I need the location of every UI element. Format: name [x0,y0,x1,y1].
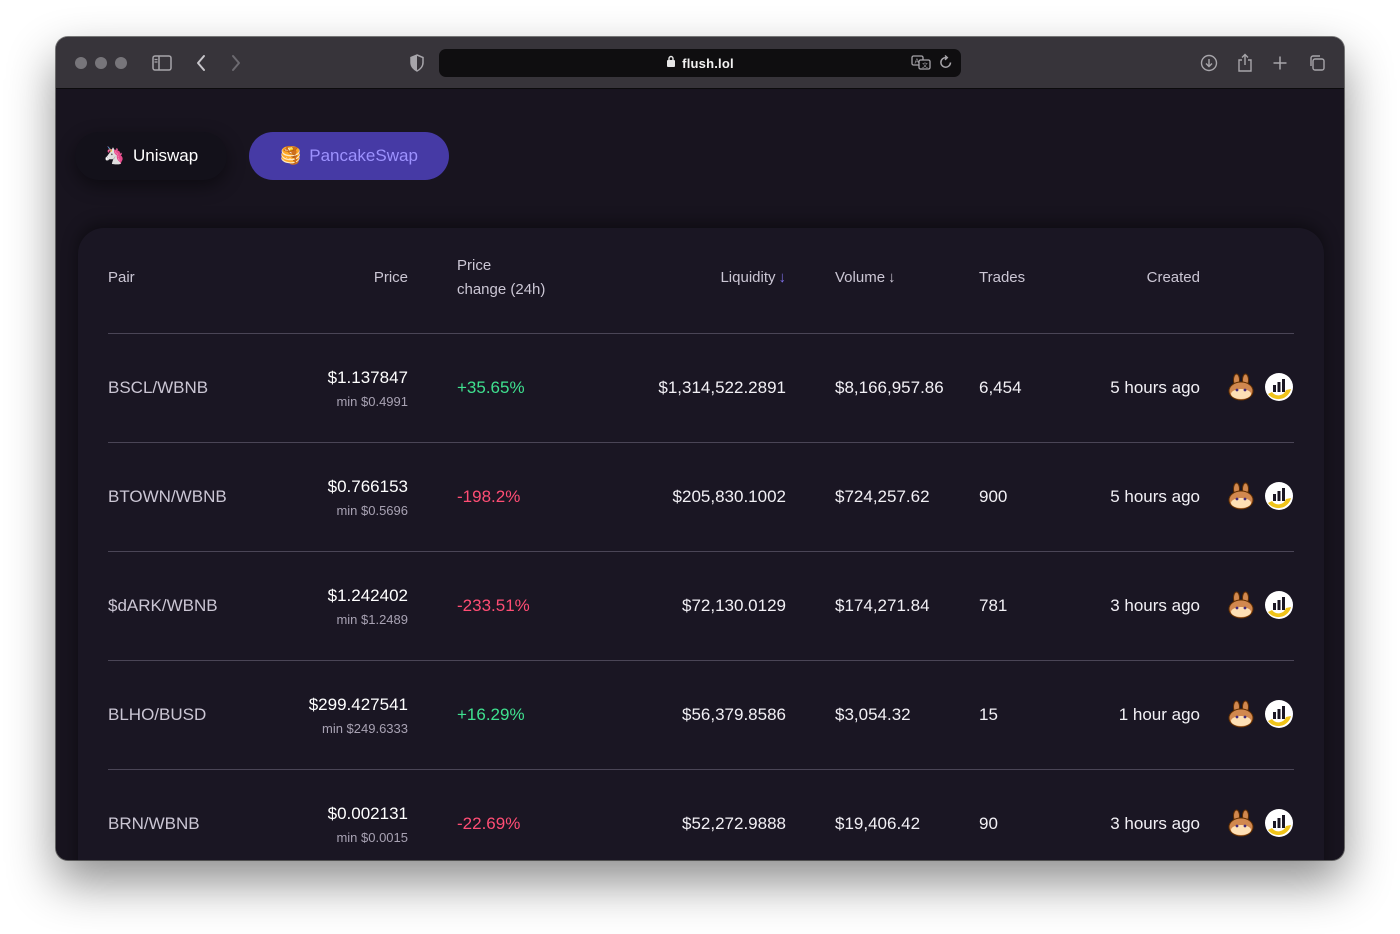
price-change: +16.29% [457,705,525,724]
liquidity-value: $52,272.9888 [682,814,786,833]
volume-value: $174,271.84 [835,596,930,615]
pancakeswap-link-icon[interactable] [1226,590,1256,622]
header-pair[interactable]: Pair [108,266,135,290]
lock-icon [666,54,676,72]
price-cell: $1.242402 min $1.2489 [258,552,408,660]
pair-name[interactable]: BLHO/BUSD [108,661,206,769]
tab-uniswap[interactable]: 🦄 Uniswap [75,132,227,180]
volume-value: $3,054.32 [835,705,911,724]
browser-toolbar: flush.lol A文 [56,37,1344,89]
trades-value: 900 [979,487,1008,506]
table-row[interactable]: BSCL/WBNB $1.137847 min $0.4991 +35.65% $1,3… [108,334,1294,443]
volume-value: $19,406.42 [835,814,921,833]
trades-value: 781 [979,596,1008,615]
pair-name[interactable]: BTOWN/WBNB [108,443,227,551]
volume-value: $724,257.62 [835,487,930,506]
translate-icon[interactable]: A文 [911,54,931,75]
price-cell: $1.137847 min $0.4991 [258,334,408,442]
price-change: -198.2% [457,487,521,506]
price-cell: $0.002131 min $0.0015 [258,770,408,860]
chart-link-icon[interactable] [1264,372,1294,404]
table-row[interactable]: BLHO/BUSD $299.427541 min $249.6333 +16.29%… [108,661,1294,770]
chart-link-icon[interactable] [1264,699,1294,731]
pancakeswap-link-icon[interactable] [1226,699,1256,731]
pancakeswap-link-icon[interactable] [1226,808,1256,840]
price-change: +35.65% [457,378,525,397]
downloads-icon[interactable] [1197,51,1221,75]
header-price-change[interactable]: Price change (24h) [457,254,545,302]
share-icon[interactable] [1233,51,1257,75]
tab-pancakeswap[interactable]: 🥞 PancakeSwap [249,132,449,180]
table-row[interactable]: BRN/WBNB $0.002131 min $0.0015 -22.69% $52,2… [108,770,1294,860]
address-bar[interactable]: flush.lol A文 [439,49,961,77]
maximize-window-button[interactable] [115,57,127,69]
tab-uniswap-label: Uniswap [132,146,199,165]
price-min: min $0.4991 [336,393,408,409]
price-cell: $0.766153 min $0.5696 [258,443,408,551]
svg-text:文: 文 [922,62,928,70]
price-change: -233.51% [457,596,530,615]
trades-value: 15 [979,705,998,724]
created-value: 1 hour ago [1118,705,1200,724]
svg-text:A: A [915,58,920,66]
table-header: Pair Price Price change (24h) Liquidity ↓… [108,228,1294,334]
price-min: min $0.0015 [336,829,408,845]
chart-link-icon[interactable] [1264,808,1294,840]
price-cell: $299.427541 min $249.6333 [258,661,408,769]
price-value: $299.427541 [308,694,408,714]
liquidity-value: $205,830.1002 [672,487,786,506]
sort-arrow-icon: ↓ [778,269,787,286]
price-change: -22.69% [457,814,521,833]
liquidity-value: $72,130.0129 [682,596,786,615]
created-value: 5 hours ago [1110,487,1200,506]
pancakeswap-link-icon[interactable] [1226,481,1256,513]
header-price[interactable]: Price [308,266,408,290]
price-value: $1.137847 [327,367,408,387]
pairs-table: Pair Price Price change (24h) Liquidity ↓… [78,228,1324,860]
browser-window: flush.lol A文 🦄 Uniswap 🥞 PancakeSwap Pai… [56,37,1344,860]
close-window-button[interactable] [75,57,87,69]
url-text: flush.lol [682,55,734,71]
unicorn-icon: 🦄 [103,146,125,165]
sort-arrow-icon: ↓ [888,269,896,286]
minimize-window-button[interactable] [95,57,107,69]
reload-icon[interactable] [939,54,953,75]
price-value: $1.242402 [327,585,408,605]
created-value: 3 hours ago [1110,814,1200,833]
pair-name[interactable]: BRN/WBNB [108,770,200,860]
volume-value: $8,166,957.86 [835,378,944,397]
pair-name[interactable]: BSCL/WBNB [108,334,208,442]
sidebar-toggle-icon[interactable] [150,51,174,75]
table-row[interactable]: $dARK/WBNB $1.242402 min $1.2489 -233.51% $7… [108,552,1294,661]
pair-name[interactable]: $dARK/WBNB [108,552,218,660]
header-liquidity[interactable]: Liquidity ↓ [668,266,786,290]
page-content: 🦄 Uniswap 🥞 PancakeSwap Pair Price Price… [56,90,1344,860]
new-tab-icon[interactable] [1268,51,1292,75]
created-value: 5 hours ago [1110,378,1200,397]
price-value: $0.002131 [327,803,408,823]
header-created[interactable]: Created [1098,266,1200,290]
price-min: min $249.6333 [321,720,408,736]
created-value: 3 hours ago [1110,596,1200,615]
header-trades[interactable]: Trades [979,266,1025,290]
privacy-shield-icon[interactable] [405,51,429,75]
chart-link-icon[interactable] [1264,481,1294,513]
header-volume[interactable]: Volume ↓ [835,266,896,290]
chart-link-icon[interactable] [1264,590,1294,622]
table-row[interactable]: BTOWN/WBNB $0.766153 min $0.5696 -198.2% $20… [108,443,1294,552]
back-icon[interactable] [189,51,213,75]
trades-value: 90 [979,814,998,833]
pancake-icon: 🥞 [280,146,302,165]
price-value: $0.766153 [327,476,408,496]
liquidity-value: $56,379.8586 [682,705,786,724]
forward-icon[interactable] [224,51,248,75]
trades-value: 6,454 [979,378,1022,397]
liquidity-value: $1,314,522.2891 [658,378,786,397]
tab-pancakeswap-label: PancakeSwap [309,146,418,165]
pancakeswap-link-icon[interactable] [1226,372,1256,404]
price-min: min $0.5696 [336,502,408,518]
price-min: min $1.2489 [336,611,408,627]
tab-overview-icon[interactable] [1305,51,1329,75]
